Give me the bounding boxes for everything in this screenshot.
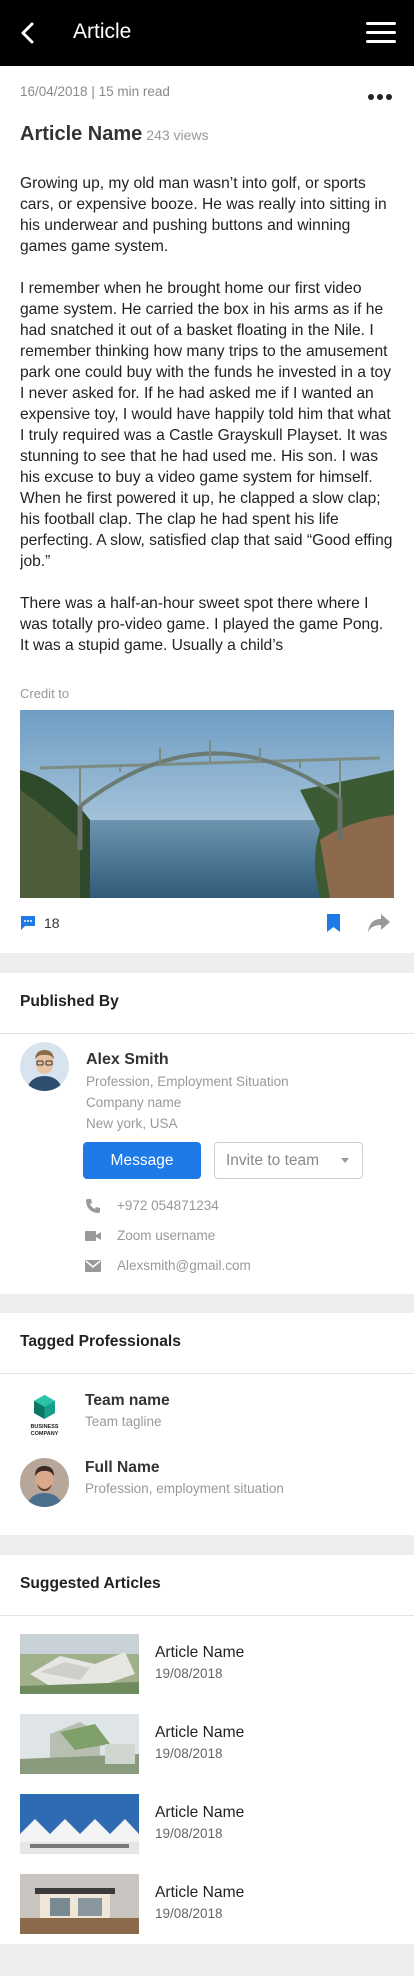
published-by-card: Published By Alex Smith Profession, Empl…	[0, 973, 414, 1294]
article-thumbnail	[20, 1714, 139, 1774]
author-profession: Profession, Employment Situation	[86, 1074, 289, 1089]
article-hero-image	[20, 710, 394, 898]
zoom-username: Zoom username	[117, 1228, 216, 1243]
article-meta: 16/04/2018 | 15 min read	[20, 84, 170, 99]
message-button[interactable]: Message	[83, 1142, 201, 1179]
article-views: 243 views	[146, 127, 209, 143]
article-thumbnail	[20, 1634, 139, 1694]
image-credit: Credit to	[20, 686, 70, 701]
team-name[interactable]: Team name	[85, 1392, 170, 1410]
divider	[0, 1615, 414, 1616]
invite-to-team-dropdown[interactable]: Invite to team	[214, 1142, 363, 1179]
article-title-text: Article Name	[20, 123, 143, 145]
divider	[0, 1373, 414, 1374]
email-address: Alexsmith@gmail.com	[117, 1258, 251, 1273]
author-name[interactable]: Alex Smith	[86, 1051, 169, 1069]
invite-label: Invite to team	[226, 1152, 320, 1169]
team-tagline: Team tagline	[85, 1414, 162, 1429]
suggested-article-date: 19/08/2018	[155, 1666, 223, 1681]
chevron-down-icon	[341, 1158, 349, 1163]
phone-number: +972 054871234	[117, 1198, 219, 1213]
article-paragraph: Growing up, my old man wasn’t into golf,…	[20, 175, 387, 255]
bookmark-icon[interactable]	[326, 913, 341, 933]
article-paragraph: There was a half-an-hour sweet spot ther…	[20, 595, 384, 654]
suggested-article-date: 19/08/2018	[155, 1906, 223, 1921]
person-avatar[interactable]	[20, 1458, 69, 1507]
author-location: New york, USA	[86, 1116, 178, 1131]
divider	[0, 1033, 414, 1034]
article-card: 16/04/2018 | 15 min read Article Name 243…	[0, 66, 414, 953]
logo-text: BUSINESS	[30, 1424, 58, 1430]
section-title: Published By	[20, 993, 119, 1010]
video-camera-icon	[85, 1231, 101, 1241]
mail-icon	[85, 1260, 101, 1272]
tagged-professionals-card: Tagged Professionals BUSINESS COMPANY Te…	[0, 1313, 414, 1535]
article-thumbnail	[20, 1794, 139, 1854]
article-body: Growing up, my old man wasn’t into golf,…	[20, 173, 396, 661]
comment-icon[interactable]	[20, 915, 36, 931]
phone-icon	[86, 1199, 100, 1213]
comment-count: 18	[44, 915, 60, 931]
person-profession: Profession, employment situation	[85, 1481, 284, 1496]
author-avatar[interactable]	[20, 1042, 69, 1091]
article-paragraph: I remember when he brought home our firs…	[20, 280, 393, 570]
suggested-article-title: Article Name	[155, 1804, 245, 1821]
article-thumbnail	[20, 1874, 139, 1934]
article-title: Article Name 243 views	[20, 123, 209, 146]
section-title: Suggested Articles	[20, 1575, 161, 1592]
suggested-article-date: 19/08/2018	[155, 1826, 223, 1841]
more-options-icon[interactable]	[368, 87, 396, 100]
logo-text: COMPANY	[31, 1431, 59, 1437]
suggested-article-date: 19/08/2018	[155, 1746, 223, 1761]
section-title: Tagged Professionals	[20, 1333, 181, 1350]
author-company: Company name	[86, 1095, 182, 1110]
suggested-article-title: Article Name	[155, 1724, 245, 1741]
page-title: Article	[73, 20, 132, 43]
person-name[interactable]: Full Name	[85, 1459, 160, 1477]
article-actions: 18	[20, 912, 394, 936]
share-icon[interactable]	[367, 912, 391, 934]
back-arrow-icon[interactable]	[14, 18, 44, 48]
top-app-bar: Article	[0, 0, 414, 66]
suggested-articles-card: Suggested Articles Article Name 19/08/20…	[0, 1555, 414, 1944]
hamburger-menu-icon[interactable]	[366, 22, 396, 44]
business-company-logo[interactable]: BUSINESS COMPANY	[20, 1391, 69, 1440]
suggested-article-title: Article Name	[155, 1884, 245, 1901]
suggested-article-title: Article Name	[155, 1644, 245, 1661]
